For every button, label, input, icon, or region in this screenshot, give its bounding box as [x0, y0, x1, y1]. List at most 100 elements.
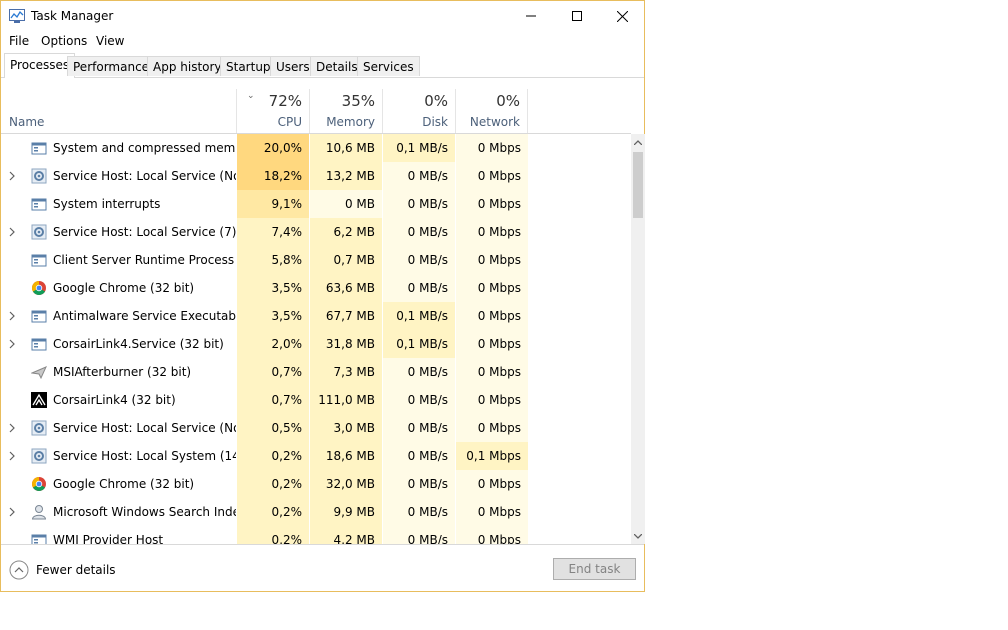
footer: Fewer details End task — [1, 544, 644, 593]
memory-cell: 9,9 MB — [309, 498, 382, 526]
end-task-button[interactable]: End task — [553, 558, 636, 580]
menu-bar: File Options View — [1, 31, 644, 51]
cpu-cell: 20,0% — [236, 134, 309, 162]
disk-cell: 0 MB/s — [382, 358, 455, 386]
corsair-icon — [31, 392, 47, 408]
menu-options[interactable]: Options — [41, 34, 87, 48]
memory-cell: 67,7 MB — [309, 302, 382, 330]
process-row[interactable]: Google Chrome (32 bit) 0,2% 32,0 MB 0 MB/s 0… — [1, 470, 631, 498]
chevron-down-icon — [634, 533, 642, 539]
cpu-cell: 0,2% — [236, 470, 309, 498]
vertical-scrollbar[interactable] — [631, 134, 645, 544]
network-cell: 0 Mbps — [455, 358, 528, 386]
chevron-right-icon[interactable] — [9, 338, 19, 350]
column-name-header[interactable]: Name — [9, 115, 44, 129]
process-row[interactable]: Client Server Runtime Process 5,8% 0,7 MB 0… — [1, 246, 631, 274]
process-row[interactable]: Service Host: Local Service (No l... 0,5%… — [1, 414, 631, 442]
process-row[interactable]: System interrupts 9,1% 0 MB 0 MB/s 0 Mbps — [1, 190, 631, 218]
memory-label: Memory — [326, 115, 375, 129]
chevron-right-icon[interactable] — [9, 170, 19, 182]
scroll-up-button[interactable] — [631, 134, 645, 150]
close-icon — [616, 10, 628, 22]
chevron-up-circle-icon — [9, 560, 29, 580]
chevron-right-icon[interactable] — [9, 226, 19, 238]
network-cell: 0 Mbps — [455, 330, 528, 358]
sort-down-icon: ⌄ — [247, 91, 255, 101]
cpu-cell: 3,5% — [236, 274, 309, 302]
process-row[interactable]: CorsairLink4.Service (32 bit) 2,0% 31,8 MB… — [1, 330, 631, 358]
tab-startup[interactable]: Startup — [220, 56, 277, 76]
chevron-right-icon[interactable] — [9, 310, 19, 322]
memory-cell: 4,2 MB — [309, 526, 382, 544]
network-cell: 0 Mbps — [455, 526, 528, 544]
process-row[interactable]: MSIAfterburner (32 bit) 0,7% 7,3 MB 0 MB/s 0… — [1, 358, 631, 386]
process-name: System and compressed memory — [53, 141, 255, 155]
process-name: WMI Provider Host — [53, 533, 164, 544]
cpu-cell: 0,2% — [236, 442, 309, 470]
tab-users[interactable]: Users — [270, 56, 316, 76]
process-name: Client Server Runtime Process — [53, 253, 235, 267]
process-row[interactable]: Microsoft Windows Search Inde... 0,2% 9,9 … — [1, 498, 631, 526]
cpu-cell: 2,0% — [236, 330, 309, 358]
network-cell: 0 Mbps — [455, 470, 528, 498]
process-name: Service Host: Local Service (No ... — [53, 169, 256, 183]
gear-icon — [31, 168, 47, 184]
network-cell: 0 Mbps — [455, 218, 528, 246]
process-name: Antimalware Service Executable — [53, 309, 247, 323]
tab-details[interactable]: Details — [310, 56, 364, 76]
memory-cell: 18,6 MB — [309, 442, 382, 470]
memory-cell: 3,0 MB — [309, 414, 382, 442]
process-row[interactable]: Service Host: Local System (14) 0,2% 18,6 … — [1, 442, 631, 470]
network-cell: 0 Mbps — [455, 134, 528, 162]
chevron-up-icon — [634, 139, 642, 145]
cpu-cell: 7,4% — [236, 218, 309, 246]
window-icon — [31, 532, 47, 544]
column-cpu-header[interactable]: ⌄ 72% CPU — [236, 89, 309, 133]
menu-file[interactable]: File — [9, 34, 29, 48]
disk-cell: 0 MB/s — [382, 526, 455, 544]
tab-services[interactable]: Services — [357, 56, 420, 76]
disk-cell: 0,1 MB/s — [382, 330, 455, 358]
window-icon — [31, 336, 47, 352]
scroll-thumb[interactable] — [633, 152, 643, 218]
tab-processes[interactable]: Processes — [4, 53, 76, 78]
cpu-total: 72% — [268, 92, 302, 110]
gear-icon — [31, 448, 47, 464]
disk-cell: 0 MB/s — [382, 498, 455, 526]
tab-performance[interactable]: Performance — [67, 56, 156, 76]
process-row[interactable]: Service Host: Local Service (No ... 18,2%… — [1, 162, 631, 190]
disk-cell: 0,1 MB/s — [382, 302, 455, 330]
disk-cell: 0 MB/s — [382, 162, 455, 190]
close-button[interactable] — [599, 1, 645, 31]
tab-app-history[interactable]: App history — [147, 56, 228, 76]
process-row[interactable]: Service Host: Local Service (7) 7,4% 6,2 M… — [1, 218, 631, 246]
column-network-header[interactable]: 0% Network — [455, 89, 528, 133]
fewer-details-label: Fewer details — [36, 563, 116, 577]
chevron-right-icon[interactable] — [9, 506, 19, 518]
cpu-cell: 0,2% — [236, 498, 309, 526]
chevron-right-icon[interactable] — [9, 450, 19, 462]
minimize-button[interactable] — [508, 1, 554, 31]
title-bar[interactable]: Task Manager — [1, 1, 644, 31]
process-row[interactable]: Antimalware Service Executable 3,5% 67,7 M… — [1, 302, 631, 330]
column-memory-header[interactable]: 35% Memory — [309, 89, 382, 133]
chevron-right-icon[interactable] — [9, 422, 19, 434]
network-cell: 0 Mbps — [455, 414, 528, 442]
scroll-down-button[interactable] — [631, 528, 645, 544]
process-row[interactable]: System and compressed memory 20,0% 10,6 MB… — [1, 134, 631, 162]
column-header: Name ⌄ 72% CPU 35% Memory 0% Disk 0% Net… — [1, 89, 631, 134]
menu-view[interactable]: View — [96, 34, 124, 48]
fewer-details-button[interactable]: Fewer details — [9, 560, 116, 580]
window-icon — [31, 140, 47, 156]
maximize-button[interactable] — [554, 1, 600, 31]
disk-cell: 0 MB/s — [382, 386, 455, 414]
process-name: CorsairLink4.Service (32 bit) — [53, 337, 224, 351]
network-cell: 0 Mbps — [455, 162, 528, 190]
column-disk-header[interactable]: 0% Disk — [382, 89, 455, 133]
process-row[interactable]: WMI Provider Host 0,2% 4,2 MB 0 MB/s 0 Mbps — [1, 526, 631, 544]
memory-cell: 6,2 MB — [309, 218, 382, 246]
process-row[interactable]: Google Chrome (32 bit) 3,5% 63,6 MB 0 MB/s 0… — [1, 274, 631, 302]
window-icon — [31, 196, 47, 212]
disk-cell: 0 MB/s — [382, 190, 455, 218]
process-row[interactable]: CorsairLink4 (32 bit) 0,7% 111,0 MB 0 MB/s 0… — [1, 386, 631, 414]
